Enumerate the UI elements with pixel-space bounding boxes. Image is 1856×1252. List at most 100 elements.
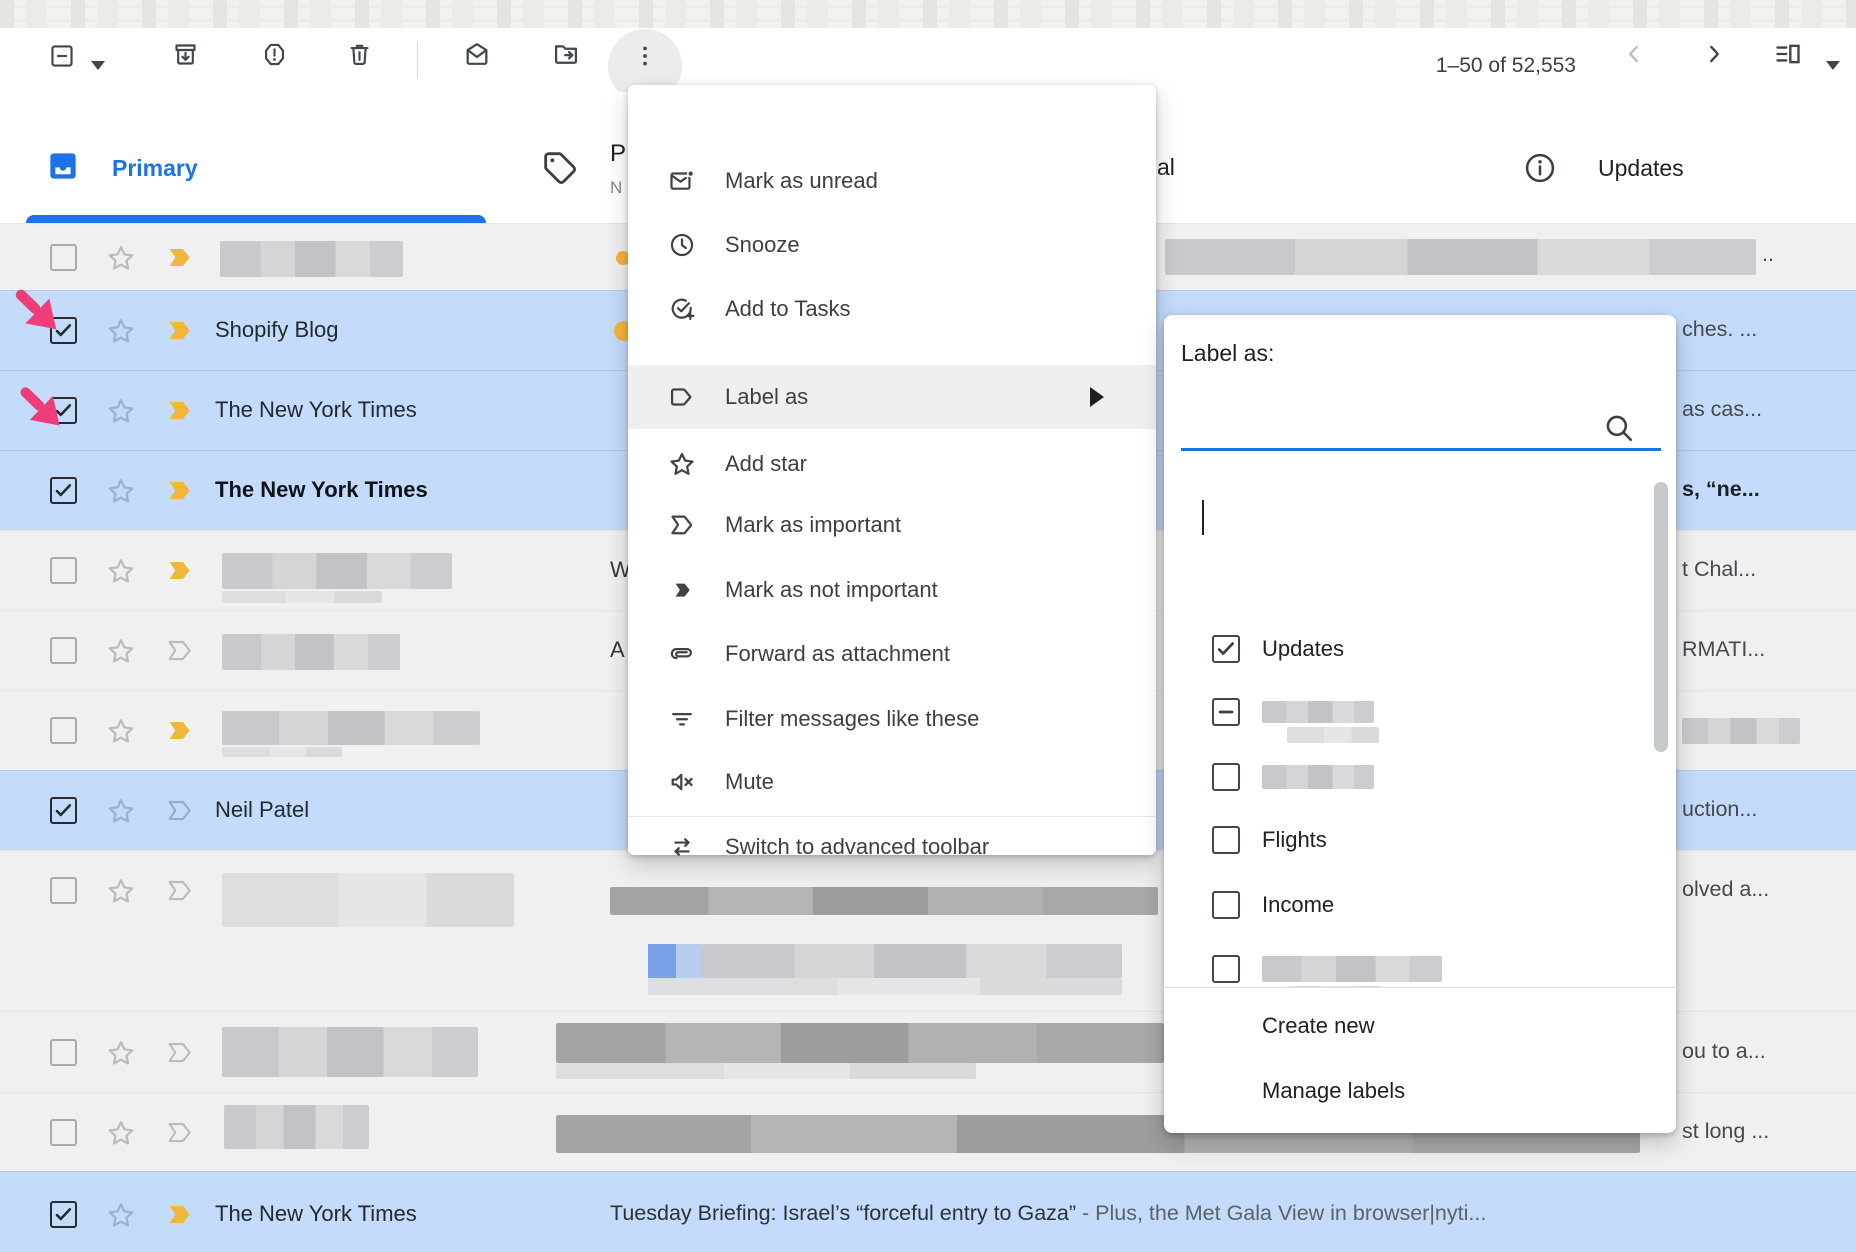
menu-item-snooze[interactable]: Snooze xyxy=(628,213,1156,277)
split-pane-toggle[interactable] xyxy=(1768,34,1808,74)
create-new-label-button[interactable]: Create new xyxy=(1164,995,1676,1057)
star-icon[interactable] xyxy=(106,1118,136,1148)
mail-unread-icon xyxy=(668,167,696,195)
manage-labels-label: Manage labels xyxy=(1262,1078,1405,1104)
more-options-button[interactable] xyxy=(625,36,665,76)
star-icon[interactable] xyxy=(106,876,136,906)
manage-labels-button[interactable]: Manage labels xyxy=(1164,1060,1676,1122)
star-icon[interactable] xyxy=(106,1038,136,1068)
info-icon xyxy=(1522,150,1558,186)
annotation-arrow-1 xyxy=(8,281,66,339)
tab-updates-label: Updates xyxy=(1598,155,1684,182)
row-checkbox[interactable] xyxy=(50,557,77,584)
split-pane-dropdown-arrow[interactable] xyxy=(1826,61,1840,70)
tab-updates[interactable]: Updates xyxy=(1500,92,1760,223)
swap-arrows-icon xyxy=(668,833,696,861)
importance-marker-icon[interactable] xyxy=(166,479,196,503)
row-checkbox[interactable] xyxy=(50,637,77,664)
label-option-updates[interactable]: Updates xyxy=(1164,617,1644,681)
label-option-redacted-5[interactable] xyxy=(1164,937,1644,987)
tab-social-label-fragment[interactable]: al xyxy=(1157,154,1175,181)
popup-scrollbar-thumb[interactable] xyxy=(1654,482,1668,752)
importance-marker-icon[interactable] xyxy=(166,719,196,743)
row-checkbox[interactable] xyxy=(50,1201,77,1228)
importance-marker-icon[interactable] xyxy=(166,1203,196,1227)
archive-button[interactable] xyxy=(165,34,205,74)
email-snippet-fragment: s, “ne... xyxy=(1682,477,1760,502)
row-checkbox[interactable] xyxy=(50,717,77,744)
report-spam-button[interactable] xyxy=(254,34,294,74)
select-dropdown-arrow[interactable] xyxy=(91,61,105,70)
email-snippet-fragment: olved a... xyxy=(1682,877,1769,902)
star-icon[interactable] xyxy=(106,556,136,586)
importance-marker-outline-icon[interactable] xyxy=(166,799,196,823)
menu-item-forward-as-attachment[interactable]: Forward as attachment xyxy=(628,622,1156,686)
chevron-right-icon xyxy=(1701,41,1727,67)
importance-marker-icon[interactable] xyxy=(166,559,196,583)
redacted-color-block xyxy=(676,944,702,978)
email-row-12[interactable]: The New York TimesTuesday Briefing: Isra… xyxy=(0,1171,1856,1252)
search-input-underline xyxy=(1181,448,1661,451)
menu-item-switch-to-advanced-toolbar[interactable]: Switch to advanced toolbar xyxy=(628,815,1156,879)
star-icon[interactable] xyxy=(106,1200,136,1230)
label-search-input[interactable] xyxy=(1181,403,1661,448)
importance-marker-outline-icon[interactable] xyxy=(166,1121,196,1145)
toolbar-divider xyxy=(417,42,418,78)
row-checkbox[interactable] xyxy=(50,244,77,271)
delete-button[interactable] xyxy=(339,34,379,74)
redacted-blur xyxy=(222,747,342,757)
importance-marker-outline-icon[interactable] xyxy=(166,879,196,903)
checked-checkbox[interactable] xyxy=(1212,635,1240,663)
row-checkbox[interactable] xyxy=(50,477,77,504)
row-checkbox[interactable] xyxy=(50,797,77,824)
menu-item-filter-messages-like-these[interactable]: Filter messages like these xyxy=(628,687,1156,751)
importance-marker-icon[interactable] xyxy=(166,399,196,423)
menu-item-mark-as-unread[interactable]: Mark as unread xyxy=(628,149,1156,213)
row-checkbox[interactable] xyxy=(50,1039,77,1066)
email-subject-line: Tuesday Briefing: Israel’s “forceful ent… xyxy=(610,1201,1710,1226)
importance-marker-icon[interactable] xyxy=(166,246,196,270)
menu-item-add-star[interactable]: Add star xyxy=(628,432,1156,496)
indeterminate-checkbox[interactable] xyxy=(1212,698,1240,726)
label-option-flights[interactable]: Flights xyxy=(1164,808,1644,872)
importance-marker-outline-icon[interactable] xyxy=(166,639,196,663)
importance-marker-outline-icon[interactable] xyxy=(166,1041,196,1065)
unchecked-checkbox[interactable] xyxy=(1212,891,1240,919)
menu-item-mark-as-important[interactable]: Mark as important xyxy=(628,493,1156,557)
redacted-blur xyxy=(556,1023,1164,1063)
older-page-button[interactable] xyxy=(1694,34,1734,74)
menu-item-label: Forward as attachment xyxy=(725,641,950,667)
newer-page-button[interactable] xyxy=(1614,34,1654,74)
mark-as-read-button[interactable] xyxy=(457,34,497,74)
tab-primary[interactable]: Primary xyxy=(8,92,490,223)
star-icon[interactable] xyxy=(106,716,136,746)
menu-item-label: Switch to advanced toolbar xyxy=(725,834,989,860)
star-icon[interactable] xyxy=(106,316,136,346)
menu-item-mark-as-not-important[interactable]: Mark as not important xyxy=(628,558,1156,622)
label-option-redacted-1[interactable] xyxy=(1164,680,1644,744)
select-all-checkbox[interactable] xyxy=(42,36,82,76)
label-option-income[interactable]: Income xyxy=(1164,873,1644,937)
pagination-count: 1–50 of 52,553 xyxy=(1380,54,1576,78)
unchecked-checkbox[interactable] xyxy=(1212,826,1240,854)
menu-item-add-to-tasks[interactable]: Add to Tasks xyxy=(628,277,1156,341)
redacted-blur xyxy=(1287,727,1379,743)
row-checkbox[interactable] xyxy=(50,1119,77,1146)
redacted-blur xyxy=(222,591,382,603)
star-icon[interactable] xyxy=(106,396,136,426)
unchecked-checkbox[interactable] xyxy=(1212,955,1240,983)
menu-item-label-as[interactable]: Label as xyxy=(628,365,1156,429)
menu-item-mute[interactable]: Mute xyxy=(628,750,1156,814)
star-icon[interactable] xyxy=(106,476,136,506)
submenu-arrow-icon xyxy=(1090,387,1104,407)
move-to-button[interactable] xyxy=(546,34,586,74)
label-option-redacted-2[interactable] xyxy=(1164,745,1644,809)
row-checkbox[interactable] xyxy=(50,877,77,904)
search-icon[interactable] xyxy=(1602,411,1636,445)
importance-marker-icon[interactable] xyxy=(166,319,196,343)
star-icon[interactable] xyxy=(106,636,136,666)
unchecked-checkbox[interactable] xyxy=(1212,763,1240,791)
star-icon[interactable] xyxy=(106,796,136,826)
redacted-blur xyxy=(648,978,1122,995)
star-icon[interactable] xyxy=(106,243,136,273)
